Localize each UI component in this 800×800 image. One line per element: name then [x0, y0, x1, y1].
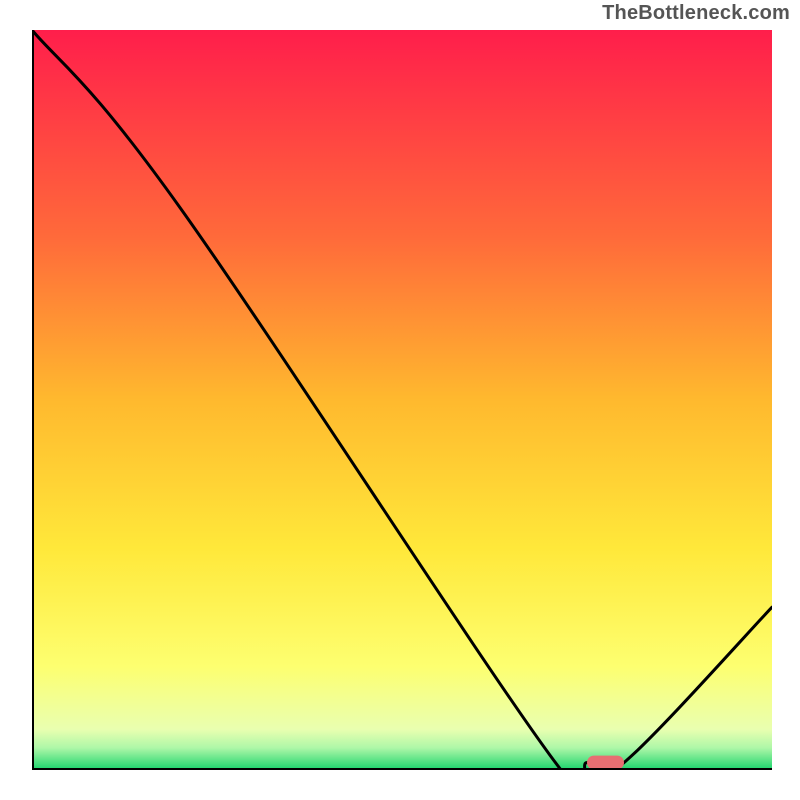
- chart-background: [32, 30, 772, 770]
- valley-marker: [587, 756, 624, 770]
- watermark-text: TheBottleneck.com: [602, 2, 790, 25]
- chart-plot: [32, 30, 772, 770]
- chart-svg: [32, 30, 772, 770]
